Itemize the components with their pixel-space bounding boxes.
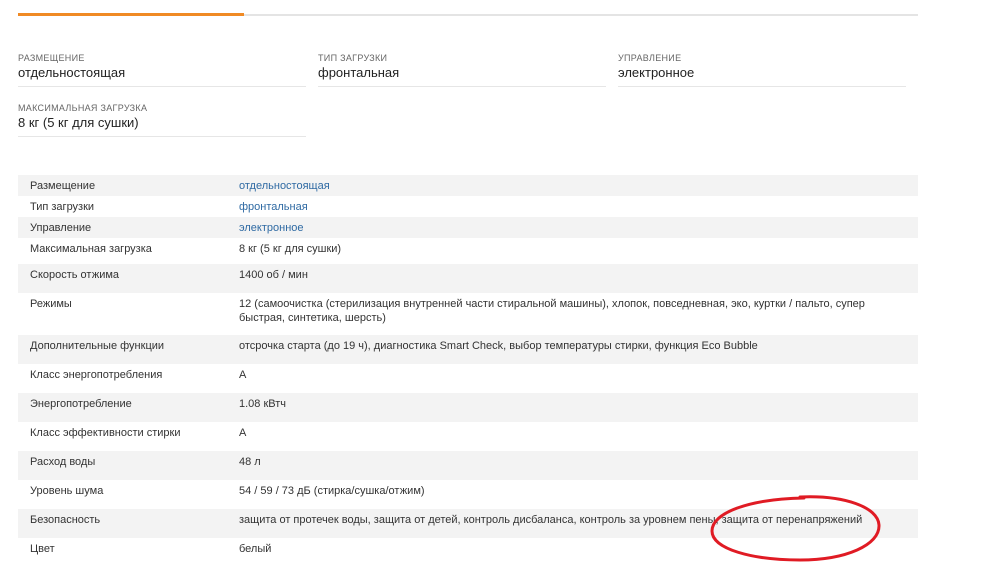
tab-active-indicator	[18, 13, 244, 16]
spec-key: Дополнительные функции	[30, 340, 165, 352]
summary-card: РАЗМЕЩЕНИЕ отдельностоящая	[18, 46, 306, 87]
spec-row: Дополнительные функции отсрочка старта (…	[18, 335, 918, 364]
spec-value: 12 (самоочистка (стерилизация внутренней…	[239, 298, 865, 324]
spec-key: Энергопотребление	[30, 398, 132, 410]
summary-card-value: отдельностоящая	[18, 65, 126, 80]
spec-row: Класс эффективности стирки A	[18, 422, 918, 451]
spec-row: Расход воды 48 л	[18, 451, 918, 480]
spec-value: A	[239, 427, 247, 439]
spec-row: Энергопотребление 1.08 кВтч	[18, 393, 918, 422]
spec-value-link[interactable]: отдельностоящая	[239, 175, 918, 193]
summary-card: ТИП ЗАГРУЗКИ фронтальная	[318, 46, 606, 87]
tab-bar	[18, 0, 918, 16]
spec-value: защита от протечек воды, защита от детей…	[239, 514, 863, 526]
spec-row: Скорость отжима 1400 об / мин	[18, 264, 918, 293]
spec-row: Тип загрузки фронтальная	[18, 196, 918, 217]
summary-card: МАКСИМАЛЬНАЯ ЗАГРУЗКА 8 кг (5 кг для суш…	[18, 96, 306, 137]
product-specs-page: РАЗМЕЩЕНИЕ отдельностоящая ТИП ЗАГРУЗКИ …	[0, 0, 987, 570]
summary-card: УПРАВЛЕНИЕ электронное	[618, 46, 906, 87]
spec-row: Класс энергопотребления A	[18, 364, 918, 393]
spec-key: Расход воды	[30, 456, 96, 468]
summary-card-value: фронтальная	[318, 65, 400, 80]
spec-value: 48 л	[239, 456, 261, 468]
summary-card-value: 8 кг (5 кг для сушки)	[18, 115, 139, 130]
spec-key: Размещение	[30, 180, 96, 192]
spec-key: Скорость отжима	[30, 269, 120, 281]
summary-card-label: МАКСИМАЛЬНАЯ ЗАГРУЗКА	[18, 103, 148, 113]
spec-row: Размещение отдельностоящая	[18, 175, 918, 196]
spec-key: Режимы	[30, 298, 72, 310]
spec-row: Управление электронное	[18, 217, 918, 238]
spec-key: Цвет	[30, 543, 55, 555]
spec-value: 54 / 59 / 73 дБ (стирка/сушка/отжим)	[239, 485, 425, 497]
spec-key: Класс эффективности стирки	[30, 427, 181, 439]
summary-card-label: ТИП ЗАГРУЗКИ	[318, 53, 388, 63]
spec-row: Максимальная загрузка 8 кг (5 кг для суш…	[18, 238, 918, 264]
spec-key: Максимальная загрузка	[30, 243, 152, 255]
spec-key: Управление	[30, 222, 92, 234]
spec-value: 1400 об / мин	[239, 269, 308, 281]
spec-value: 1.08 кВтч	[239, 398, 287, 410]
spec-row: Цвет белый	[18, 538, 918, 563]
spec-value: 8 кг (5 кг для сушки)	[239, 243, 342, 255]
spec-value: отсрочка старта (до 19 ч), диагностика S…	[239, 340, 758, 352]
spec-key: Тип загрузки	[30, 201, 95, 213]
spec-row: Безопасность защита от протечек воды, за…	[18, 509, 918, 538]
spec-key: Уровень шума	[30, 485, 104, 497]
spec-value-link[interactable]: электронное	[239, 217, 918, 235]
summary-card-value: электронное	[618, 65, 695, 80]
summary-card-label: РАЗМЕЩЕНИЕ	[18, 53, 85, 63]
spec-value: A	[239, 369, 247, 381]
spec-row: Режимы 12 (самоочистка (стерилизация вну…	[18, 293, 918, 335]
summary-card-label: УПРАВЛЕНИЕ	[618, 53, 682, 63]
spec-row: Уровень шума 54 / 59 / 73 дБ (стирка/суш…	[18, 480, 918, 509]
spec-key: Безопасность	[30, 514, 101, 526]
spec-key: Класс энергопотребления	[30, 369, 163, 381]
spec-value: белый	[239, 543, 272, 555]
spec-table: Размещение отдельностоящая Тип загрузки …	[18, 175, 918, 563]
spec-value-link[interactable]: фронтальная	[239, 196, 918, 214]
